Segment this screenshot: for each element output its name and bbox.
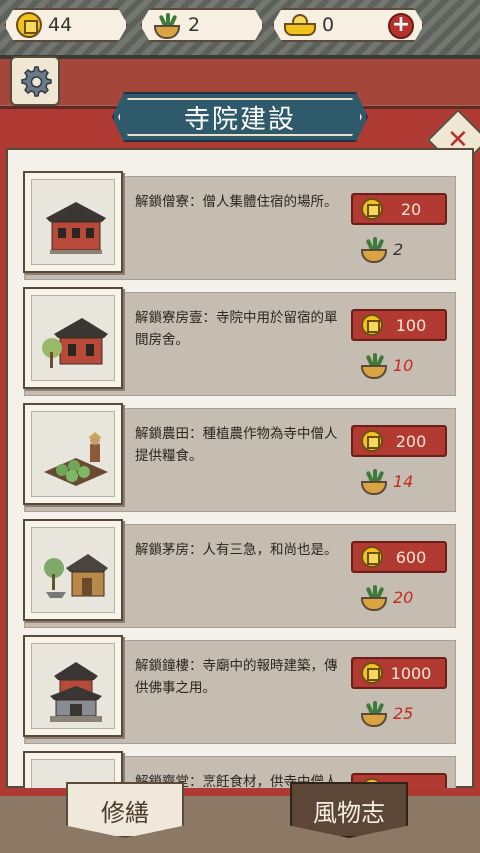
coin-cost: 1000	[390, 663, 432, 683]
building-thumbnail	[23, 287, 123, 389]
unlock-cost-button[interactable]: 20	[351, 193, 447, 225]
coin-cost: 100	[395, 315, 427, 335]
bowl-requirement: 10	[359, 351, 413, 379]
bell-tower-icon	[50, 662, 102, 722]
coins-counter: 44	[4, 8, 128, 42]
bowl-cost: 10	[393, 355, 414, 375]
alms-bowl-icon	[359, 583, 389, 611]
add-ingots-button[interactable]: +	[388, 13, 414, 39]
list-item[interactable]: 解鎖茅房：人有三急，和尚也是。 600 20	[23, 519, 456, 628]
bowl-requirement: 20	[359, 583, 413, 611]
currency-bar: 44 2 0 +	[0, 8, 480, 44]
coins-value: 44	[48, 14, 73, 36]
copper-coin-icon	[361, 662, 383, 684]
farmland-icon	[44, 432, 108, 486]
coin-cost: 20	[400, 199, 422, 219]
building-thumbnail	[23, 403, 123, 505]
alms-bowl-icon	[152, 11, 182, 39]
coin-cost: 600	[395, 547, 427, 567]
bowl-cost: 25	[393, 703, 414, 723]
copper-coin-icon	[361, 198, 383, 220]
building-list-panel: 解鎖僧寮：僧人集體住宿的場所。 20 2 解鎖寮房壹：寺院中用於留宿的單間房舍。…	[6, 148, 474, 788]
unlock-cost-button[interactable]: 1000	[351, 657, 447, 689]
settings-button[interactable]	[10, 56, 60, 106]
bowl-requirement: 2	[359, 235, 403, 263]
dormitory-icon	[46, 202, 106, 254]
gear-icon	[21, 66, 52, 97]
unlock-cost-button[interactable]: 600	[351, 541, 447, 573]
item-description: 解鎖僧寮：僧人集體住宿的場所。	[135, 194, 338, 210]
bowl-requirement: 25	[359, 699, 413, 727]
bowl-cost: 2	[393, 239, 404, 259]
building-thumbnail	[23, 171, 123, 273]
gold-ingot-icon	[284, 14, 316, 36]
title-banner: 寺院建設	[112, 92, 368, 142]
bowl-cost: 20	[393, 587, 414, 607]
copper-coin-icon	[16, 12, 42, 38]
list-item[interactable]: 解鎖鐘樓：寺廟中的報時建築，傳供佛事之用。 1000 25	[23, 635, 456, 744]
building-thumbnail	[23, 635, 123, 737]
latrine-icon	[44, 554, 108, 598]
list-item[interactable]: 解鎖農田：種植農作物為寺中僧人提供糧食。 200 14	[23, 403, 456, 512]
item-description: 解鎖農田：種植農作物為寺中僧人提供糧食。	[135, 426, 338, 464]
bowls-value: 2	[188, 14, 201, 36]
copper-coin-icon	[361, 314, 383, 336]
guest-room-icon	[42, 318, 108, 368]
unlock-cost-button[interactable]: 200	[351, 425, 447, 457]
coin-cost: 200	[395, 431, 427, 451]
unlock-cost-button[interactable]: 100	[351, 309, 447, 341]
alms-bowl-counter: 2	[140, 8, 264, 42]
gold-ingot-counter: 0 +	[272, 8, 424, 42]
bowl-requirement: 14	[359, 467, 413, 495]
building-list[interactable]: 解鎖僧寮：僧人集體住宿的場所。 20 2 解鎖寮房壹：寺院中用於留宿的單間房舍。…	[8, 168, 472, 788]
copper-coin-icon	[361, 546, 383, 568]
bowl-cost: 14	[393, 471, 414, 491]
alms-bowl-icon	[359, 467, 389, 495]
alms-bowl-icon	[359, 351, 389, 379]
list-item[interactable]: 解鎖僧寮：僧人集體住宿的場所。 20 2	[23, 171, 456, 280]
copper-coin-icon	[361, 430, 383, 452]
ingots-value: 0	[322, 14, 335, 36]
panel-title: 寺院建設	[183, 104, 296, 135]
list-item[interactable]: 解鎖寮房壹：寺院中用於留宿的單間房舍。 100 10	[23, 287, 456, 396]
item-description: 解鎖鐘樓：寺廟中的報時建築，傳供佛事之用。	[135, 658, 338, 696]
building-thumbnail	[23, 519, 123, 621]
alms-bowl-icon	[359, 235, 389, 263]
item-description: 解鎖茅房：人有三急，和尚也是。	[135, 542, 338, 558]
item-description: 解鎖寮房壹：寺院中用於留宿的單間房舍。	[135, 310, 338, 348]
alms-bowl-icon	[359, 699, 389, 727]
